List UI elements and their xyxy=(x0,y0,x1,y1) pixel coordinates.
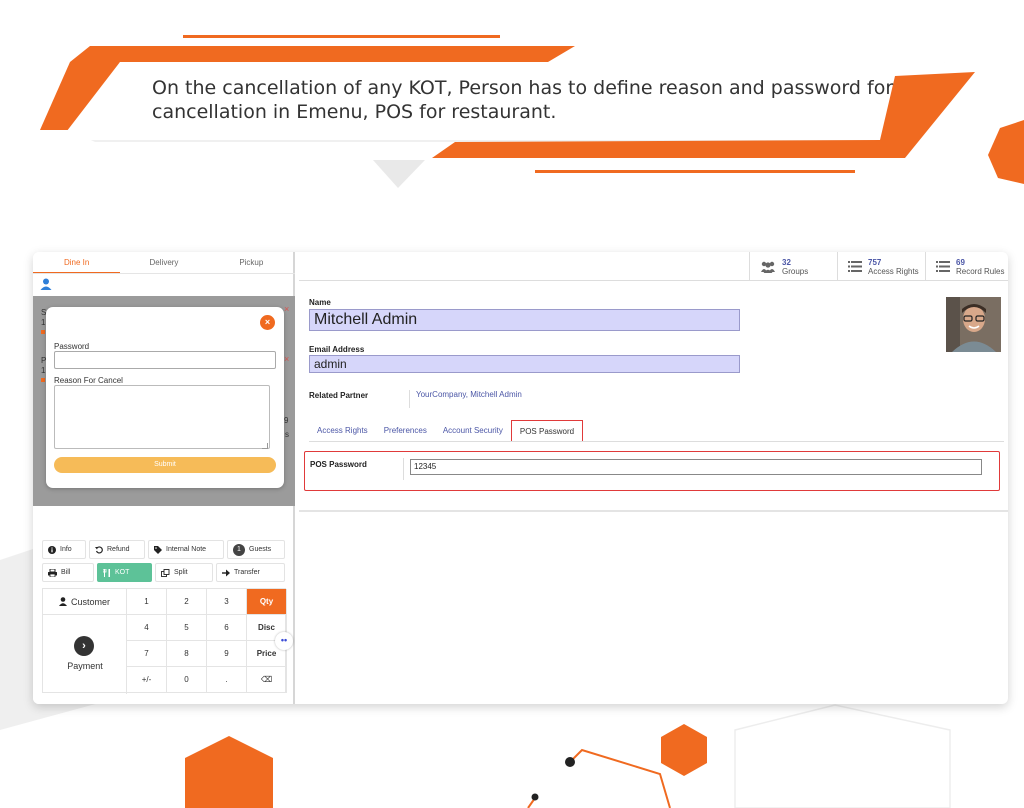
tab-delivery[interactable]: Delivery xyxy=(120,252,207,273)
pos-password-label: POS Password xyxy=(310,460,367,469)
split-label: Split xyxy=(174,569,188,576)
screenshot-card: Dine In Delivery Pickup S 1 P 1 × × 9 s … xyxy=(33,252,1008,704)
numpad-key[interactable]: 1 xyxy=(127,589,167,615)
pos-order-type-tabs: Dine In Delivery Pickup xyxy=(33,252,295,274)
decor-outline-hexagon xyxy=(734,704,951,808)
related-partner-label: Related Partner xyxy=(309,391,369,400)
print-icon xyxy=(48,568,57,577)
password-input[interactable] xyxy=(54,351,276,369)
tab-account-security[interactable]: Account Security xyxy=(435,420,511,441)
user-icon xyxy=(58,597,67,606)
numpad-key[interactable]: 4 xyxy=(127,615,167,641)
record-rules-label: Record Rules xyxy=(956,266,1005,276)
groups-count: 32 xyxy=(782,257,791,267)
internal-note-button[interactable]: Internal Note xyxy=(148,540,224,559)
name-field[interactable]: Mitchell Admin xyxy=(309,309,740,331)
user-form: 32 Groups 757 Access Rights 69 Record Rules xyxy=(299,252,1008,512)
refund-button[interactable]: Refund xyxy=(89,540,145,559)
tab-preferences[interactable]: Preferences xyxy=(376,420,435,441)
list-icon xyxy=(936,261,950,272)
email-label: Email Address xyxy=(309,345,365,354)
chat-icon[interactable]: •• xyxy=(275,632,293,650)
reason-textarea[interactable] xyxy=(54,385,270,449)
split-button[interactable]: Split xyxy=(155,563,213,582)
copy-icon xyxy=(161,568,170,577)
access-rights-smart-button[interactable]: 757 Access Rights xyxy=(837,252,925,281)
bill-button[interactable]: Bill xyxy=(42,563,94,582)
backspace-icon[interactable]: ⌫ xyxy=(247,667,287,693)
qty-mode-button[interactable]: Qty xyxy=(247,589,287,615)
close-icon: × xyxy=(284,304,290,314)
numpad-key[interactable]: . xyxy=(207,667,247,693)
guests-label: Guests xyxy=(249,546,272,553)
internal-note-label: Internal Note xyxy=(166,546,207,553)
info-icon xyxy=(48,545,56,554)
arrow-right-icon xyxy=(222,569,230,576)
guests-button[interactable]: 1 Guests xyxy=(227,540,285,559)
cutlery-icon xyxy=(103,568,110,577)
access-rights-label: Access Rights xyxy=(868,266,919,276)
customer-label: Customer xyxy=(70,596,110,607)
numpad-key[interactable]: +/- xyxy=(127,667,167,693)
tab-dine-in[interactable]: Dine In xyxy=(33,252,121,273)
bill-label: Bill xyxy=(61,569,71,576)
reason-label: Reason For Cancel xyxy=(54,376,123,385)
payment-button[interactable]: › Payment xyxy=(43,615,127,694)
numpad-key[interactable]: 3 xyxy=(207,589,247,615)
email-field[interactable]: admin xyxy=(309,355,740,373)
close-icon: × xyxy=(284,354,290,364)
numpad: Customer › Payment 1 2 3 Qty 4 5 6 Disc … xyxy=(42,588,287,694)
user-icon[interactable] xyxy=(40,278,52,290)
password-label: Password xyxy=(54,342,90,351)
numpad-key[interactable]: 6 xyxy=(207,615,247,641)
smart-buttons: 32 Groups 757 Access Rights 69 Record Rules xyxy=(299,252,1008,281)
tab-pickup[interactable]: Pickup xyxy=(208,252,295,273)
decor-hexagon xyxy=(185,736,273,808)
modal-close-button[interactable]: × xyxy=(260,315,275,330)
form-notebook-tabs: Access Rights Preferences Account Securi… xyxy=(309,420,1004,442)
chevron-right-icon: › xyxy=(74,636,94,656)
numpad-key[interactable]: 9 xyxy=(207,641,247,667)
list-icon xyxy=(848,261,862,272)
kot-button[interactable]: KOT xyxy=(97,563,152,582)
record-rules-smart-button[interactable]: 69 Record Rules xyxy=(925,252,1008,281)
info-button[interactable]: Info xyxy=(42,540,86,559)
banner-text: On the cancellation of any KOT, Person h… xyxy=(152,77,894,123)
name-label: Name xyxy=(309,298,331,307)
decor-network-lines xyxy=(527,748,671,808)
info-label: Info xyxy=(60,546,72,553)
tag-icon xyxy=(154,545,162,554)
avatar[interactable] xyxy=(946,297,1001,352)
numpad-key[interactable]: 2 xyxy=(167,589,207,615)
pos-panel: Dine In Delivery Pickup S 1 P 1 × × 9 s … xyxy=(33,252,295,704)
users-icon xyxy=(761,261,775,273)
transfer-button[interactable]: Transfer xyxy=(216,563,285,582)
pos-password-input[interactable]: 12345 xyxy=(410,459,982,475)
numpad-key[interactable]: 7 xyxy=(127,641,167,667)
cancel-kot-modal: × Password Reason For Cancel Submit xyxy=(46,307,284,488)
payment-label: Payment xyxy=(67,661,103,671)
kot-label: KOT xyxy=(115,569,130,576)
tab-pos-password[interactable]: POS Password xyxy=(510,420,584,441)
numpad-key[interactable]: 5 xyxy=(167,615,207,641)
groups-smart-button[interactable]: 32 Groups xyxy=(749,252,837,281)
access-rights-count: 757 xyxy=(868,257,882,267)
pos-password-section: POS Password 12345 xyxy=(304,451,1000,491)
numpad-key[interactable]: 0 xyxy=(167,667,207,693)
resize-handle-icon[interactable] xyxy=(262,443,268,449)
undo-icon xyxy=(95,545,103,553)
customer-button[interactable]: Customer xyxy=(43,589,127,615)
refund-label: Refund xyxy=(107,546,130,553)
guests-count-badge: 1 xyxy=(233,543,245,556)
record-rules-count: 69 xyxy=(956,257,965,267)
tab-access-rights[interactable]: Access Rights xyxy=(309,420,376,441)
related-partner-link[interactable]: YourCompany, Mitchell Admin xyxy=(409,390,522,408)
submit-button[interactable]: Submit xyxy=(54,457,276,473)
groups-label: Groups xyxy=(782,266,809,276)
numpad-key[interactable]: 8 xyxy=(167,641,207,667)
transfer-label: Transfer xyxy=(234,569,260,576)
